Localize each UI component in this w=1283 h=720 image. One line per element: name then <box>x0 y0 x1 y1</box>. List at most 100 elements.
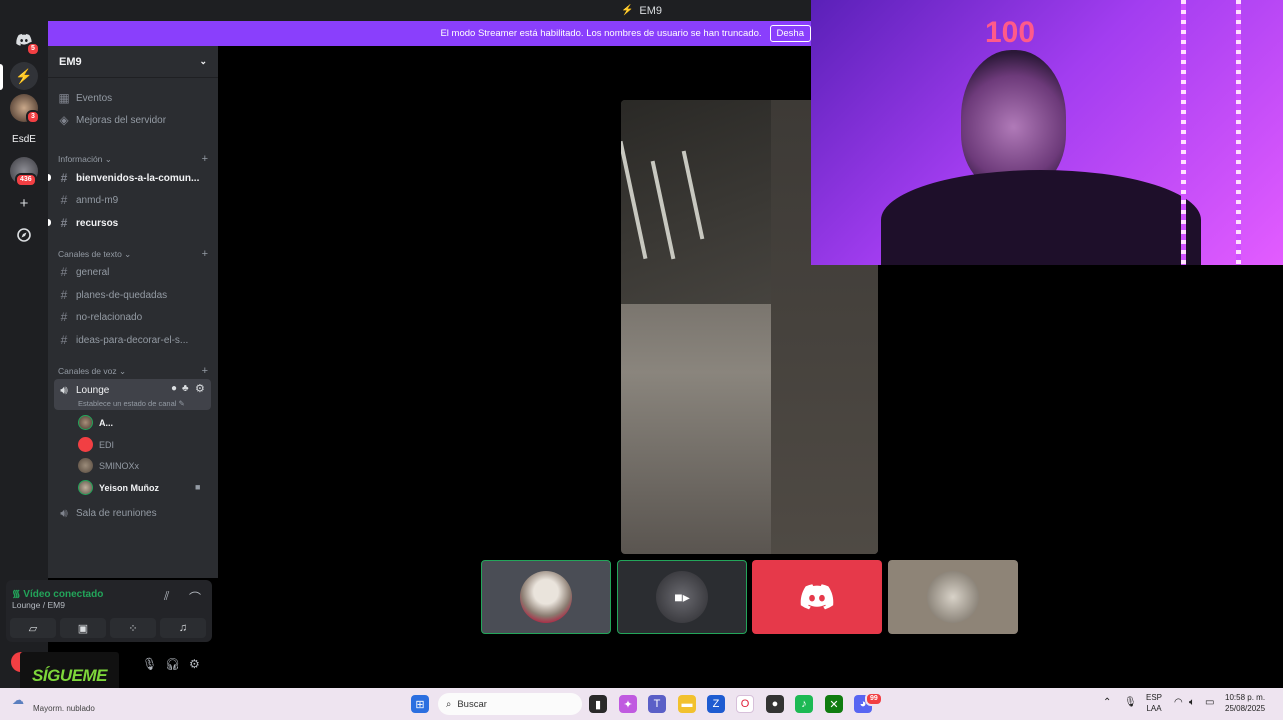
lang-bottom: LAA <box>1146 704 1162 713</box>
voice-member[interactable]: A... <box>78 413 208 432</box>
direct-messages-button[interactable]: 5 <box>10 26 40 56</box>
unread-indicator <box>48 174 51 181</box>
channel-label: planes-de-quedadas <box>76 289 168 301</box>
battery-icon[interactable]: ▭ <box>1205 697 1214 708</box>
avatar <box>78 415 93 430</box>
voice-member[interactable]: Yeison Muñoz <box>78 478 208 497</box>
boosts-item[interactable]: ◈ Mejoras del servidor <box>58 110 210 130</box>
server-2[interactable]: 3 <box>10 94 40 124</box>
volume-icon[interactable]: 🔈︎ <box>1189 697 1195 708</box>
video-camera-icon: ■▸ <box>674 588 690 605</box>
obs-icon[interactable]: ● <box>766 695 784 713</box>
compass-icon <box>17 228 31 242</box>
weather-label[interactable]: Mayorm. nublado <box>33 704 95 713</box>
participant-tile[interactable]: ■▸ <box>617 560 747 634</box>
channel-label: anmd-m9 <box>76 194 119 206</box>
language-indicator[interactable]: ESP LAA <box>1146 692 1162 714</box>
guild-name: EM9 <box>59 55 82 68</box>
hash-icon: # <box>60 216 68 230</box>
add-channel-icon[interactable]: + <box>202 153 208 165</box>
webcam-person-head <box>961 50 1066 190</box>
webcam-led-strip <box>1181 0 1186 265</box>
spotify-icon[interactable]: ♪ <box>795 695 813 713</box>
channel-bienvenidos[interactable]: # bienvenidos-a-la-comun... <box>58 168 210 188</box>
voice-member[interactable]: SMINOXx <box>78 456 208 475</box>
server-esde[interactable]: EsdE <box>10 125 38 153</box>
discord-app: ⚡ EM9 5 ⚡ 3 EsdE 436 + El modo Streamer … <box>0 0 1283 700</box>
voice-location[interactable]: Lounge / EM9 <box>12 600 65 610</box>
voice-status-hint[interactable]: Establece un estado de canal ✎ <box>78 399 185 408</box>
add-server-icon[interactable]: + <box>10 189 38 217</box>
participant-tile[interactable] <box>888 560 1018 634</box>
events-item[interactable]: ▦ Eventos <box>58 88 210 108</box>
channel-recursos[interactable]: # recursos <box>58 213 210 233</box>
speaker-icon: 🔊︎ <box>60 382 68 397</box>
channel-no-relacionado[interactable]: # no-relacionado <box>58 307 210 327</box>
boosts-label: Mejoras del servidor <box>76 114 167 126</box>
selected-server-pill <box>0 64 3 90</box>
webcam-person-body <box>881 170 1201 265</box>
disconnect-icon[interactable]: ⌒ <box>189 589 201 606</box>
guild-header[interactable]: EM9 ⌄ <box>48 46 218 78</box>
voice-member[interactable]: EDI <box>78 435 208 454</box>
noise-suppression-icon[interactable]: ⫽ <box>164 589 169 604</box>
screen-share-button[interactable]: ▣ <box>60 618 106 638</box>
search-input[interactable]: ⌕ Buscar <box>438 693 582 715</box>
weather-icon[interactable]: ☁ <box>12 693 24 707</box>
disable-streamer-button[interactable]: Desha <box>769 25 811 42</box>
channel-planes[interactable]: # planes-de-quedadas <box>58 285 210 305</box>
events-label: Eventos <box>76 92 113 104</box>
soundboard-button[interactable]: ♫ <box>160 618 206 638</box>
channel-anmd-m9[interactable]: # anmd-m9 <box>58 190 210 210</box>
server-em9[interactable]: ⚡ <box>10 62 38 90</box>
soundboard-icon: ♫ <box>178 622 188 634</box>
voice-status: ᯾ Vídeo conectado <box>12 586 103 600</box>
search-placeholder: Buscar <box>457 698 487 710</box>
dm-badge: 5 <box>26 42 40 56</box>
user-settings-gear-icon[interactable]: ⚙ <box>189 657 200 671</box>
teams-icon[interactable]: T <box>648 695 666 713</box>
avatar: ■▸ <box>656 571 708 623</box>
copilot-icon[interactable]: ✦ <box>619 695 637 713</box>
channel-label: bienvenidos-a-la-comun... <box>76 172 200 184</box>
server-em9-icon: ⚡ <box>15 67 33 84</box>
microphone-icon[interactable]: 🎙︎ <box>142 657 157 671</box>
server-4[interactable]: 436 <box>10 157 38 187</box>
chat-icon[interactable]: ● <box>171 383 177 394</box>
participant-tile[interactable] <box>752 560 882 634</box>
start-icon[interactable]: ⊞ <box>411 695 429 713</box>
participant-tile[interactable] <box>481 560 611 634</box>
channel-ideas[interactable]: # ideas-para-decorar-el-s... <box>58 330 210 350</box>
gear-icon[interactable]: ⚙ <box>195 382 205 395</box>
file-explorer-icon[interactable]: ▬ <box>678 695 696 713</box>
category-info[interactable]: Información ⌄ + <box>58 152 208 166</box>
avatar <box>78 458 93 473</box>
member-name: A... <box>99 417 114 428</box>
category-text[interactable]: Canales de texto ⌄ + <box>58 247 208 261</box>
channel-sidebar: EM9 ⌄ ▦ Eventos ◈ Mejoras del servidor I… <box>48 46 218 578</box>
headphones-icon[interactable]: 🎧︎ <box>165 657 180 671</box>
add-channel-icon[interactable]: + <box>202 248 208 260</box>
microphone-tray-icon[interactable]: 🎙︎ <box>1124 697 1137 708</box>
task-view-icon[interactable]: ▮ <box>589 695 607 713</box>
category-voice[interactable]: Canales de voz ⌄ + <box>58 364 208 378</box>
camera-off-icon: ▱ <box>28 622 38 635</box>
camera-toggle-button[interactable]: ▱ <box>10 618 56 638</box>
voice-connection-panel: ᯾ Vídeo conectado Lounge / EM9 ⫽ ⌒ ▱ ▣ ⁘… <box>6 580 212 642</box>
webcam-neon-sign: 100 <box>985 16 1036 49</box>
discover-icon[interactable] <box>10 221 38 249</box>
add-channel-icon[interactable]: + <box>202 365 208 377</box>
wifi-icon[interactable]: ◠ <box>1174 697 1183 708</box>
xbox-icon[interactable]: ✕ <box>825 695 843 713</box>
voice-channel-label: Lounge <box>76 384 110 396</box>
voice-channel-meeting[interactable]: 🔊︎ Sala de reuniones <box>58 503 210 523</box>
opera-icon[interactable]: O <box>736 695 754 713</box>
app-icon[interactable]: Z <box>707 695 725 713</box>
channel-general[interactable]: # general <box>58 262 210 282</box>
tray-chevron-icon[interactable]: ⌃ <box>1103 697 1111 708</box>
activities-button[interactable]: ⁘ <box>110 618 156 638</box>
webcam-led-strip <box>1236 0 1241 265</box>
boost-icon: ◈ <box>59 113 69 127</box>
clock[interactable]: 10:58 p. m. 25/08/2025 <box>1225 692 1265 714</box>
invite-icon[interactable]: ♣ <box>182 383 189 394</box>
